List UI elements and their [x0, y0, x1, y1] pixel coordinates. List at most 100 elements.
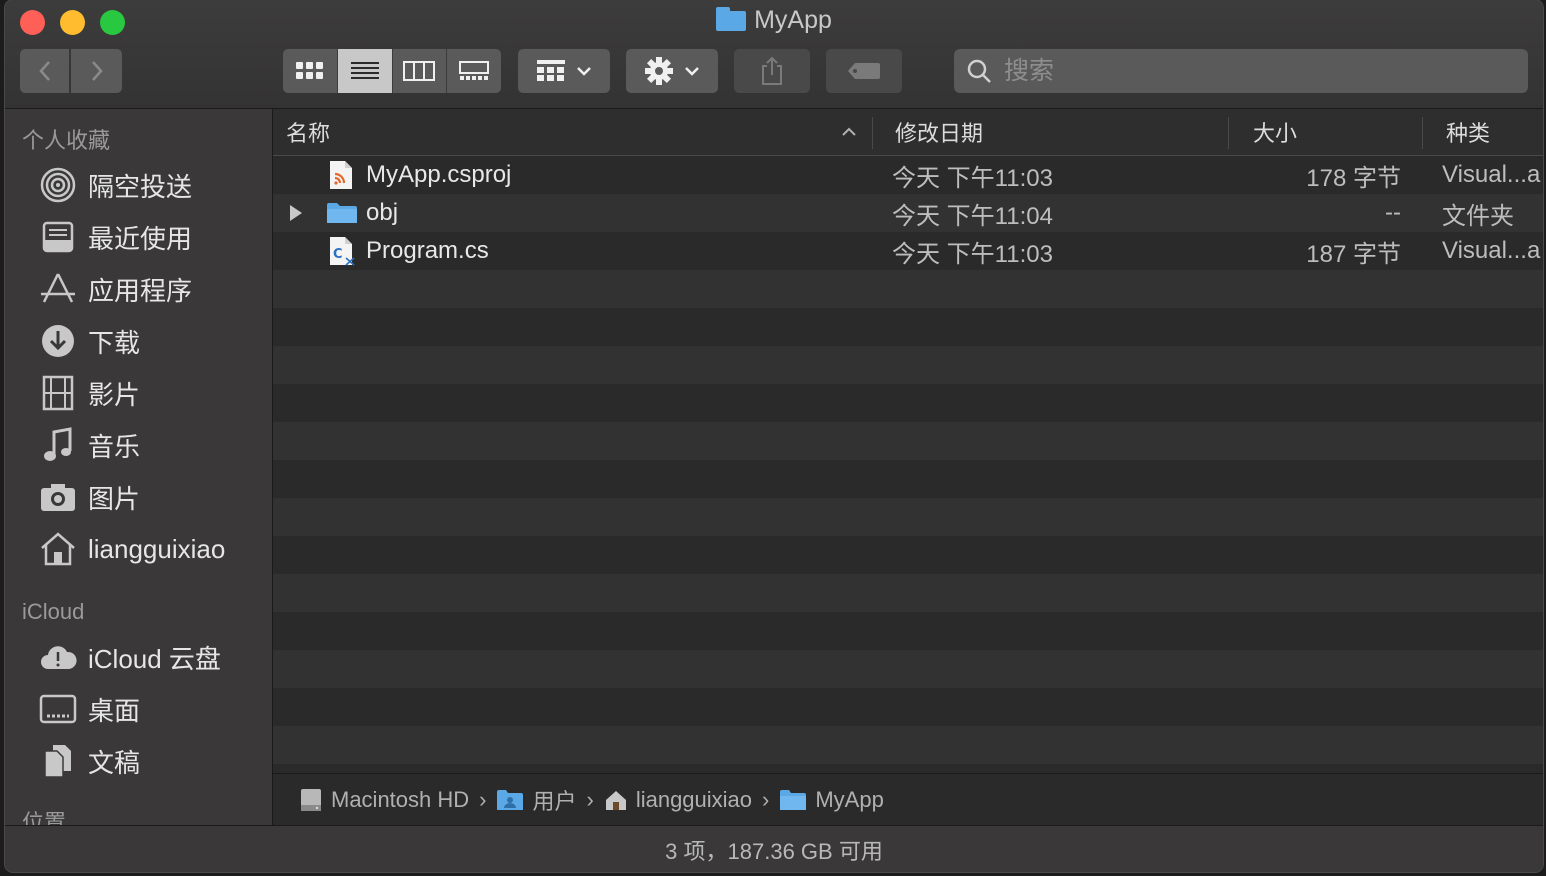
sidebar-item-pictures[interactable]: 图片 [5, 473, 272, 521]
sidebar-item-icloud-drive[interactable]: iCloud 云盘 [5, 633, 272, 681]
sidebar-item-movies[interactable]: 影片 [5, 369, 272, 417]
action-menu-button[interactable] [626, 49, 718, 93]
sidebar-item-label: 影片 [88, 379, 141, 410]
home-icon [605, 791, 626, 810]
search-icon [967, 59, 991, 83]
music-icon [38, 425, 78, 465]
gallery-icon [459, 61, 490, 80]
csproj-file-icon [328, 156, 362, 194]
file-row-program-cs[interactable]: C Program.cs 今天 下午11:03 187 字节 Visual...… [273, 232, 1543, 270]
chevron-left-icon [38, 61, 50, 81]
sidebar-item-label: 应用程序 [88, 275, 193, 306]
share-button[interactable] [734, 49, 810, 93]
airdrop-icon [38, 165, 78, 205]
empty-row [273, 612, 1543, 650]
empty-row [273, 384, 1543, 422]
empty-row [273, 308, 1543, 346]
group-icon [537, 60, 565, 81]
applications-icon [38, 269, 78, 309]
sidebar-item-applications[interactable]: 应用程序 [5, 265, 272, 313]
path-item-label: Macintosh HD [331, 787, 470, 812]
sidebar-item-documents[interactable]: 文稿 [5, 737, 272, 785]
window-title: MyApp [5, 6, 1543, 35]
column-divider[interactable] [872, 117, 873, 149]
sidebar-item-label: 桌面 [88, 695, 141, 726]
sort-ascending-icon [842, 127, 856, 136]
column-header: 名称 修改日期 大小 种类 [273, 109, 1543, 156]
sidebar-section-icloud: iCloud [22, 599, 85, 624]
window-title-text: MyApp [754, 6, 832, 34]
file-row-myapp-csproj[interactable]: MyApp.csproj 今天 下午11:03 178 字节 Visual...… [273, 156, 1543, 194]
forward-button[interactable] [71, 49, 122, 93]
empty-row [273, 498, 1543, 536]
column-name-label: 名称 [286, 121, 331, 146]
columns-icon [403, 61, 436, 81]
pictures-icon [38, 477, 78, 517]
file-kind: 文件夹 [1442, 202, 1514, 230]
folder-icon [326, 194, 362, 232]
sidebar-item-label: 音乐 [88, 431, 141, 462]
sidebar-item-home[interactable]: liangguixiao [5, 525, 272, 573]
search-field[interactable] [954, 49, 1528, 93]
status-text: 3 项，187.36 GB 可用 [665, 838, 883, 864]
column-view-button[interactable] [392, 49, 448, 93]
file-row-obj[interactable]: obj 今天 下午11:04 -- 文件夹 [273, 194, 1543, 232]
file-kind: Visual...a [1442, 237, 1541, 264]
column-divider[interactable] [1422, 117, 1423, 149]
sidebar: 个人收藏 隔空投送 最近使用 应用程序 下载 影片 音乐 图片 lianggui… [5, 109, 273, 825]
path-item-macintosh-hd[interactable]: Macintosh HD [299, 787, 469, 813]
path-item-home[interactable]: liangguixiao [604, 787, 752, 813]
column-name-header[interactable]: 名称 [286, 109, 866, 155]
tag-icon [848, 63, 880, 79]
sidebar-section-locations: 位置 [22, 810, 67, 825]
tag-button[interactable] [826, 49, 902, 93]
sidebar-item-airdrop[interactable]: 隔空投送 [5, 161, 272, 209]
file-modified: 今天 下午11:03 [892, 240, 1053, 268]
view-mode-selector [283, 49, 501, 93]
column-kind-header[interactable]: 种类 [1446, 109, 1543, 155]
documents-icon [38, 741, 78, 781]
column-modified-header[interactable]: 修改日期 [895, 109, 1225, 155]
path-bar: Macintosh HD › 用户 › liangguixiao › MyApp [273, 773, 1543, 825]
empty-row [273, 422, 1543, 460]
chevron-right-icon [91, 61, 103, 81]
empty-row [273, 536, 1543, 574]
home-icon [38, 529, 78, 569]
column-size-label: 大小 [1253, 121, 1298, 146]
list-view-button[interactable] [337, 49, 393, 93]
back-button[interactable] [20, 49, 69, 93]
path-item-myapp[interactable]: MyApp [779, 787, 884, 813]
users-folder-icon [497, 790, 524, 810]
status-bar: 3 项，187.36 GB 可用 [5, 825, 1543, 872]
sidebar-item-label: 下载 [88, 327, 141, 358]
recents-icon [38, 217, 78, 257]
gallery-view-button[interactable] [447, 49, 501, 93]
sidebar-item-recents[interactable]: 最近使用 [5, 213, 272, 261]
sidebar-item-desktop[interactable]: 桌面 [5, 685, 272, 733]
sidebar-section-favorites: 个人收藏 [22, 128, 111, 153]
movies-icon [38, 373, 78, 413]
sidebar-item-label: 隔空投送 [88, 171, 193, 202]
file-name: obj [366, 199, 399, 226]
path-item-label: liangguixiao [635, 787, 753, 812]
chevron-down-icon [685, 67, 699, 76]
sidebar-item-music[interactable]: 音乐 [5, 421, 272, 469]
empty-row [273, 650, 1543, 688]
grid-icon [295, 62, 323, 79]
sidebar-item-label: 最近使用 [88, 223, 193, 254]
column-divider[interactable] [1228, 117, 1229, 149]
empty-row [273, 574, 1543, 612]
file-rows: MyApp.csproj 今天 下午11:03 178 字节 Visual...… [273, 156, 1543, 764]
group-by-button[interactable] [518, 49, 610, 93]
path-item-users[interactable]: 用户 [496, 784, 577, 816]
search-input[interactable] [1002, 55, 1486, 87]
icloud-icon [38, 637, 78, 677]
sidebar-item-downloads[interactable]: 下载 [5, 317, 272, 365]
empty-row [273, 460, 1543, 498]
file-kind: Visual...a [1442, 161, 1541, 188]
disclosure-triangle-icon[interactable] [289, 194, 311, 232]
file-size: 178 字节 [1306, 164, 1401, 192]
icon-view-button[interactable] [283, 49, 338, 93]
sidebar-item-label: 文稿 [88, 747, 141, 778]
column-size-header[interactable]: 大小 [1253, 109, 1413, 155]
